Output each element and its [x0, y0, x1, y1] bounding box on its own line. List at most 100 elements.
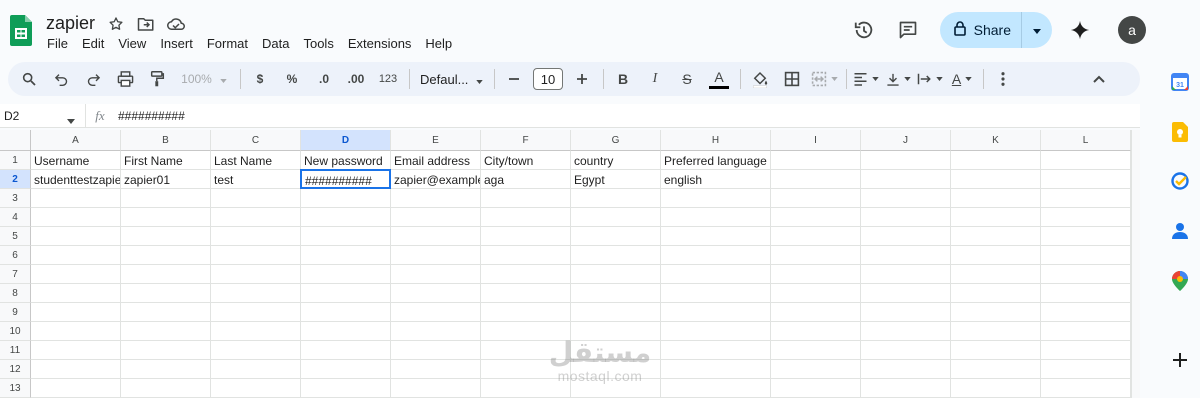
row-header-13[interactable]: 13 [0, 379, 31, 398]
cell-c11[interactable] [211, 341, 301, 360]
calendar-icon[interactable]: 31 [1170, 72, 1190, 92]
cell-e2[interactable]: zapier@example.com [391, 170, 481, 189]
cell-a3[interactable] [31, 189, 121, 208]
document-title[interactable]: zapier [46, 13, 95, 34]
print-icon[interactable] [112, 66, 138, 92]
column-header-l[interactable]: L [1041, 130, 1131, 151]
cell-g1[interactable]: country [571, 151, 661, 170]
menu-insert[interactable]: Insert [153, 36, 200, 56]
cell-f4[interactable] [481, 208, 571, 227]
cell-l12[interactable] [1041, 360, 1131, 379]
row-header-8[interactable]: 8 [0, 284, 31, 303]
collapse-menus-icon[interactable] [1086, 66, 1112, 92]
cell-g2[interactable]: Egypt [571, 170, 661, 189]
menu-view[interactable]: View [111, 36, 153, 56]
font-family-select[interactable]: Defaul... [416, 66, 486, 92]
star-icon[interactable] [106, 14, 126, 34]
zoom-select[interactable]: 100% [176, 66, 232, 92]
column-header-j[interactable]: J [861, 130, 951, 151]
cell-a9[interactable] [31, 303, 121, 322]
cell-c2[interactable]: test [211, 170, 301, 189]
undo-icon[interactable] [48, 66, 74, 92]
borders-icon[interactable] [779, 66, 805, 92]
menu-help[interactable]: Help [418, 36, 459, 56]
cell-i6[interactable] [771, 246, 861, 265]
currency-format-button[interactable]: $ [247, 66, 273, 92]
select-all-corner[interactable] [0, 130, 31, 151]
cell-g9[interactable] [571, 303, 661, 322]
column-header-a[interactable]: A [31, 130, 121, 151]
cell-a1[interactable]: Username [31, 151, 121, 170]
cell-i9[interactable] [771, 303, 861, 322]
share-dropdown-button[interactable] [1022, 12, 1052, 48]
menu-extensions[interactable]: Extensions [341, 36, 419, 56]
cell-f1[interactable]: City/town [481, 151, 571, 170]
cell-i3[interactable] [771, 189, 861, 208]
cell-h8[interactable] [661, 284, 771, 303]
keep-icon[interactable] [1170, 122, 1190, 142]
column-header-i[interactable]: I [771, 130, 861, 151]
column-header-f[interactable]: F [481, 130, 571, 151]
column-header-h[interactable]: H [661, 130, 771, 151]
cell-l10[interactable] [1041, 322, 1131, 341]
maps-icon[interactable] [1170, 271, 1190, 291]
cell-j2[interactable] [861, 170, 951, 189]
cell-j4[interactable] [861, 208, 951, 227]
cell-f2[interactable]: aga [481, 170, 571, 189]
cell-e4[interactable] [391, 208, 481, 227]
cell-d7[interactable] [301, 265, 391, 284]
cell-a12[interactable] [31, 360, 121, 379]
cell-k11[interactable] [951, 341, 1041, 360]
cell-e1[interactable]: Email address [391, 151, 481, 170]
cell-d5[interactable] [301, 227, 391, 246]
cell-k1[interactable] [951, 151, 1041, 170]
decrease-font-size-icon[interactable] [501, 66, 527, 92]
cell-g12[interactable] [571, 360, 661, 379]
cell-a2[interactable]: studenttestzapier [31, 170, 121, 189]
cell-c9[interactable] [211, 303, 301, 322]
cell-i11[interactable] [771, 341, 861, 360]
cell-k6[interactable] [951, 246, 1041, 265]
comments-icon[interactable] [890, 12, 926, 48]
cell-i2[interactable] [771, 170, 861, 189]
cell-i10[interactable] [771, 322, 861, 341]
cell-b12[interactable] [121, 360, 211, 379]
merge-cells-icon[interactable] [811, 66, 838, 92]
cell-e3[interactable] [391, 189, 481, 208]
text-color-button[interactable]: A [706, 66, 732, 92]
cell-b11[interactable] [121, 341, 211, 360]
cell-k13[interactable] [951, 379, 1041, 398]
increase-decimal-button[interactable]: .00 [343, 66, 369, 92]
cell-l11[interactable] [1041, 341, 1131, 360]
cloud-status-icon[interactable] [166, 14, 186, 34]
cell-b3[interactable] [121, 189, 211, 208]
cell-b6[interactable] [121, 246, 211, 265]
cell-f10[interactable] [481, 322, 571, 341]
cell-l13[interactable] [1041, 379, 1131, 398]
cell-d11[interactable] [301, 341, 391, 360]
cell-k7[interactable] [951, 265, 1041, 284]
cell-f6[interactable] [481, 246, 571, 265]
cell-h3[interactable] [661, 189, 771, 208]
text-rotation-button[interactable]: A [949, 66, 975, 92]
cell-b10[interactable] [121, 322, 211, 341]
menu-format[interactable]: Format [200, 36, 255, 56]
cell-f11[interactable] [481, 341, 571, 360]
cell-k3[interactable] [951, 189, 1041, 208]
cell-b4[interactable] [121, 208, 211, 227]
cell-g7[interactable] [571, 265, 661, 284]
cell-k5[interactable] [951, 227, 1041, 246]
cell-k10[interactable] [951, 322, 1041, 341]
cell-e13[interactable] [391, 379, 481, 398]
cell-h7[interactable] [661, 265, 771, 284]
cell-i7[interactable] [771, 265, 861, 284]
gemini-icon[interactable] [1062, 12, 1098, 48]
cell-g4[interactable] [571, 208, 661, 227]
cell-h12[interactable] [661, 360, 771, 379]
cell-g3[interactable] [571, 189, 661, 208]
column-header-b[interactable]: B [121, 130, 211, 151]
cell-f13[interactable] [481, 379, 571, 398]
italic-button[interactable]: I [642, 66, 668, 92]
cell-b9[interactable] [121, 303, 211, 322]
cell-b7[interactable] [121, 265, 211, 284]
